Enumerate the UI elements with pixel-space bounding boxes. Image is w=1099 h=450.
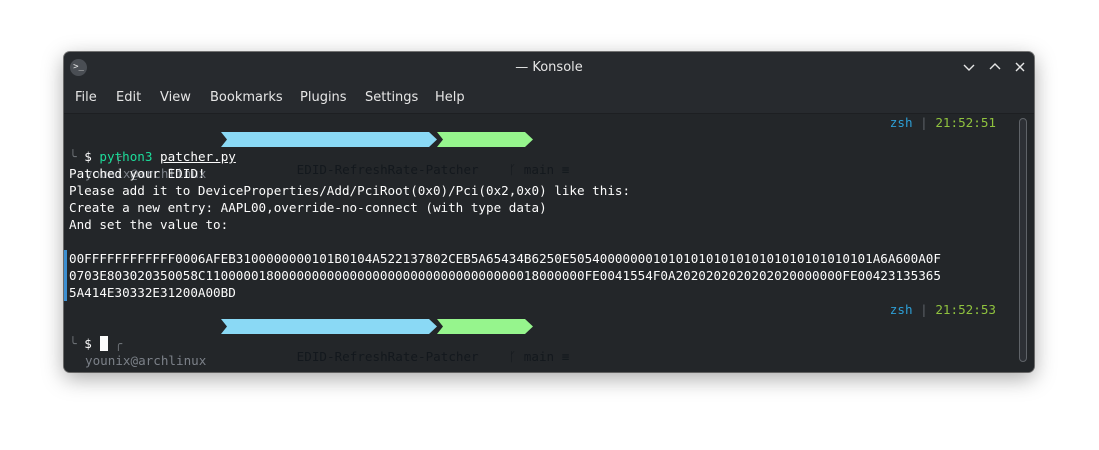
prompt-time: 21:52:53	[935, 302, 996, 317]
output-line: Create a new entry: AAPL00,override-no-c…	[69, 200, 547, 215]
prompt-time: 21:52:51	[935, 115, 996, 130]
scrollbar[interactable]	[1014, 114, 1034, 372]
window-title: — Konsole	[515, 60, 583, 75]
menu-file[interactable]: File	[75, 90, 97, 105]
menu-view[interactable]: View	[160, 90, 191, 105]
chevron-up-icon	[989, 63, 1001, 70]
prompt-symbol: $	[84, 336, 92, 351]
command-name: python3	[99, 149, 153, 164]
menu-settings[interactable]: Settings	[365, 90, 418, 105]
shell-name: zsh	[889, 115, 913, 130]
prompt-user-host: younix@archlinux	[85, 353, 207, 368]
menu-plugins[interactable]: Plugins	[300, 90, 347, 105]
shell-name: zsh	[889, 302, 913, 317]
prompt-bracket-bottom: ╰	[69, 149, 77, 164]
right-prompt-2: zsh | 21:52:53	[890, 301, 996, 318]
close-icon	[1015, 62, 1025, 72]
prompt-bracket-bottom: ╰	[69, 336, 77, 351]
prompt-bracket-top: ╭	[114, 336, 123, 351]
maximize-button[interactable]	[987, 59, 1003, 75]
menu-bookmarks[interactable]: Bookmarks	[210, 90, 283, 105]
chevron-down-icon	[963, 64, 975, 71]
selection-marker	[64, 250, 67, 301]
output-line: And set the value to:	[69, 217, 229, 232]
menu-edit[interactable]: Edit	[116, 90, 141, 105]
prompt-git-segment: ᚴ main ≡	[437, 319, 569, 364]
edid-hex-line: 0703E803020350058C1100000180000000000000…	[69, 268, 941, 283]
prompt-git-branch: ᚴ main ≡	[508, 349, 570, 364]
prompt-separator: |	[920, 115, 928, 130]
command-line-2: ╰ $	[69, 335, 92, 352]
edid-hex-line: 5A414E30332E31200A00BD	[69, 285, 236, 300]
output-line: Patched your EDID!	[69, 166, 206, 181]
menu-help[interactable]: Help	[435, 90, 465, 105]
close-button[interactable]	[1012, 59, 1028, 75]
title-bar[interactable]: >_ — Konsole	[64, 52, 1034, 83]
output-line: Please add it to DeviceProperties/Add/Pc…	[69, 183, 631, 198]
command-argument: patcher.py	[160, 149, 236, 164]
prompt-git-segment: ᚴ main ≡	[437, 132, 569, 177]
terminal-area[interactable]: zsh | 21:52:51 ╭ younix@archlinux EDID-R…	[64, 114, 1014, 372]
text-cursor	[100, 336, 108, 351]
edid-hex-line: 00FFFFFFFFFFFF0006AFEB3100000000101B0104…	[69, 251, 941, 266]
menu-bar: File Edit View Bookmarks Plugins Setting…	[64, 83, 1034, 114]
right-prompt-1: zsh | 21:52:51	[890, 114, 996, 131]
konsole-window: >_ — Konsole File Edit View Bookmarks Pl…	[64, 52, 1034, 372]
prompt-separator: |	[920, 302, 928, 317]
prompt-git-branch: ᚴ main ≡	[508, 162, 570, 177]
scrollbar-thumb[interactable]	[1019, 118, 1027, 362]
command-line-1: ╰ $ python3 patcher.py	[69, 148, 236, 165]
minimize-button[interactable]	[961, 59, 977, 75]
prompt-symbol: $	[84, 149, 92, 164]
